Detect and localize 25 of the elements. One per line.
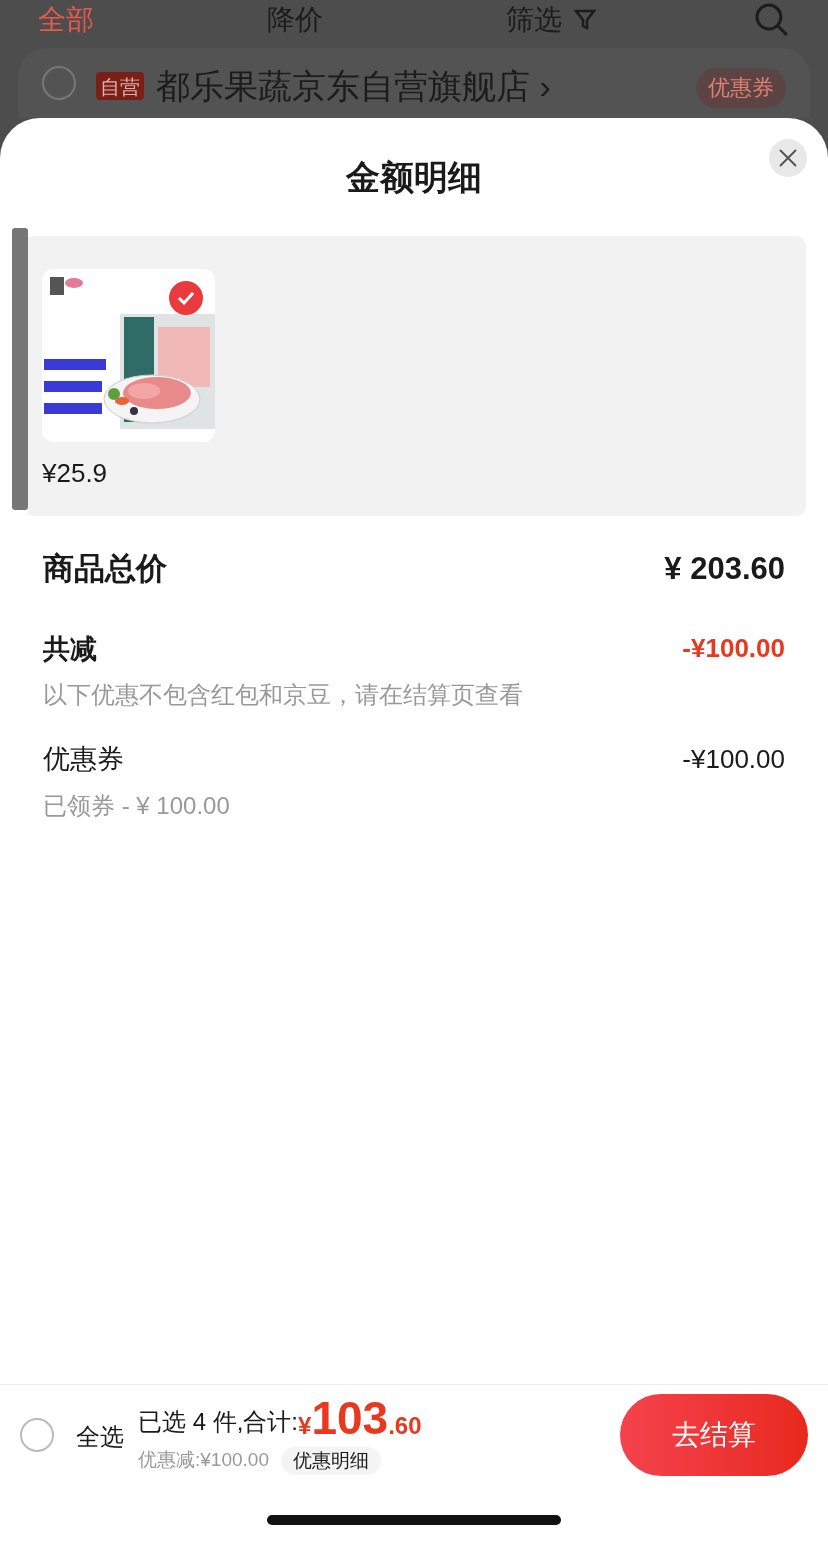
row-label: 优惠券 <box>43 743 124 776</box>
close-button[interactable] <box>769 139 807 177</box>
close-icon <box>778 148 798 168</box>
filter-icon[interactable] <box>573 8 596 32</box>
discount-detail-button[interactable]: 优惠明细 <box>280 1446 381 1475</box>
row-amount: -¥100.00 <box>682 742 785 776</box>
row-label: 商品总价 <box>43 550 167 588</box>
store-checkbox[interactable] <box>42 66 76 100</box>
checkout-button[interactable]: 去结算 <box>620 1393 808 1476</box>
select-all-checkbox[interactable] <box>20 1417 54 1452</box>
row-note: 已领券 - ¥ 100.00 <box>43 790 231 821</box>
summary-text: 已选 4 件,合计: <box>138 1407 299 1438</box>
row-note: 以下优惠不包含红包和京豆，请在结算页查看 <box>43 680 524 710</box>
discount-text: 优惠减:¥100.00 <box>138 1448 269 1473</box>
select-all-label[interactable]: 全选 <box>76 1418 124 1455</box>
coupon-tag[interactable]: 优惠券 <box>696 68 786 108</box>
tab[interactable]: 全部 <box>38 4 94 35</box>
sheet-title: 金额明细 <box>346 156 482 198</box>
total-price: ¥103.60 <box>298 1394 422 1445</box>
search-icon[interactable] <box>754 2 790 38</box>
row-amount: ¥ 203.60 <box>664 550 785 588</box>
self-operated-badge: 自营 <box>96 72 144 100</box>
row-label: 共减 <box>43 632 97 666</box>
product-price: ¥25.9 <box>42 457 109 490</box>
row-amount: -¥100.00 <box>682 632 785 666</box>
